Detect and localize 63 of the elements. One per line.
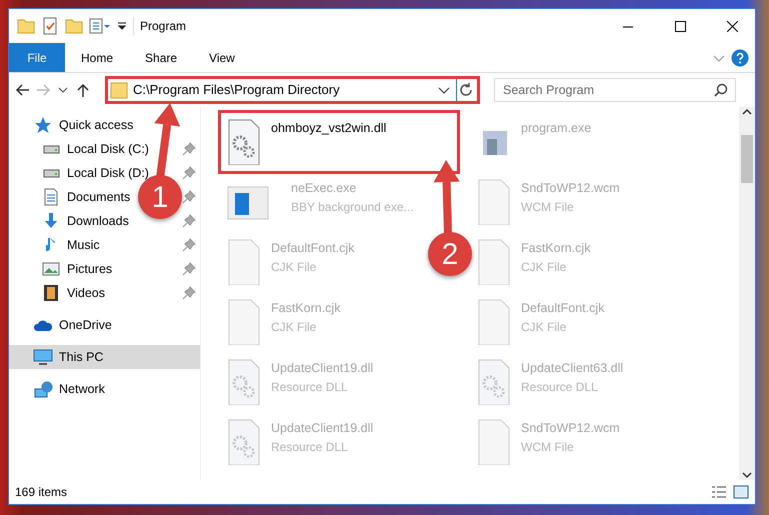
disk-drive-icon: [42, 168, 60, 178]
back-arrow-icon[interactable]: [15, 82, 31, 98]
file-type: Resource DLL: [271, 378, 349, 396]
pin-icon[interactable]: [182, 238, 196, 252]
ribbon-tab[interactable]: View: [193, 43, 251, 72]
up-arrow-icon[interactable]: [75, 82, 91, 98]
properties-icon[interactable]: [89, 17, 111, 35]
checklist-icon[interactable]: [41, 17, 59, 35]
scroll-up-icon[interactable]: [742, 107, 752, 117]
ribbon-tab[interactable]: Share: [129, 43, 194, 72]
sidebar-item[interactable]: Downloads: [41, 209, 129, 233]
sidebar-item[interactable]: Documents: [41, 185, 130, 209]
search-field[interactable]: Search Program: [494, 78, 736, 102]
pin-icon[interactable]: [182, 142, 196, 156]
music-note-icon: [46, 237, 56, 253]
pin-icon[interactable]: [182, 262, 196, 276]
file-type: Resource DLL: [271, 438, 349, 456]
file-type: WCM File: [521, 438, 575, 456]
folder-icon: [108, 81, 130, 99]
file-type: CJK File: [271, 258, 318, 276]
item-count: 169 items: [15, 484, 68, 501]
details-view-icon[interactable]: [711, 485, 727, 499]
pin-icon[interactable]: [182, 286, 196, 300]
folder-icon[interactable]: [65, 17, 83, 35]
file-type: BBY background exe...: [291, 198, 414, 216]
address-bar[interactable]: C:\Program Files\Program Directory: [105, 76, 480, 104]
monitor-icon: [33, 348, 53, 366]
file-type: Resource DLL: [521, 378, 599, 396]
picture-icon: [42, 262, 60, 276]
sidebar-item[interactable]: Pictures: [41, 257, 112, 281]
network-icon: [34, 380, 52, 398]
large-icons-view-icon[interactable]: [733, 485, 749, 499]
disk-drive-icon: [42, 144, 60, 154]
scrollbar[interactable]: [739, 107, 755, 480]
file-type: CJK File: [521, 318, 568, 336]
pin-icon[interactable]: [182, 166, 196, 180]
sidebar-item[interactable]: Music: [41, 233, 100, 257]
pin-icon[interactable]: [182, 214, 196, 228]
help-icon[interactable]: [731, 48, 749, 66]
window-title: Program: [133, 17, 186, 35]
scroll-down-icon[interactable]: [742, 470, 752, 480]
file-type: CJK File: [271, 318, 318, 336]
file-type: WCM File: [521, 198, 575, 216]
download-arrow-icon: [44, 213, 58, 229]
document-icon: [44, 188, 58, 206]
sidebar-item[interactable]: Videos: [41, 281, 105, 305]
sidebar-item[interactable]: Network: [33, 377, 105, 401]
film-icon: [44, 285, 58, 301]
sidebar-item[interactable]: OneDrive: [33, 313, 112, 337]
ribbon-tab[interactable]: Home: [65, 43, 130, 72]
sidebar-item[interactable]: Quick access: [33, 113, 134, 137]
scroll-thumb[interactable]: [741, 135, 753, 183]
file-name[interactable]: ohmboyz_vst2win.dll: [271, 119, 386, 138]
file-menu-tab[interactable]: File: [9, 43, 65, 72]
sidebar-item[interactable]: Local Disk (C:): [41, 137, 149, 161]
cloud-icon: [34, 319, 52, 331]
file-type: CJK File: [521, 258, 568, 276]
maximize-icon: [674, 20, 686, 32]
close-icon: [726, 20, 738, 32]
search-icon: [714, 83, 728, 97]
pin-icon[interactable]: [182, 190, 196, 204]
star-icon: [33, 116, 53, 134]
folder-icon[interactable]: [17, 17, 35, 35]
